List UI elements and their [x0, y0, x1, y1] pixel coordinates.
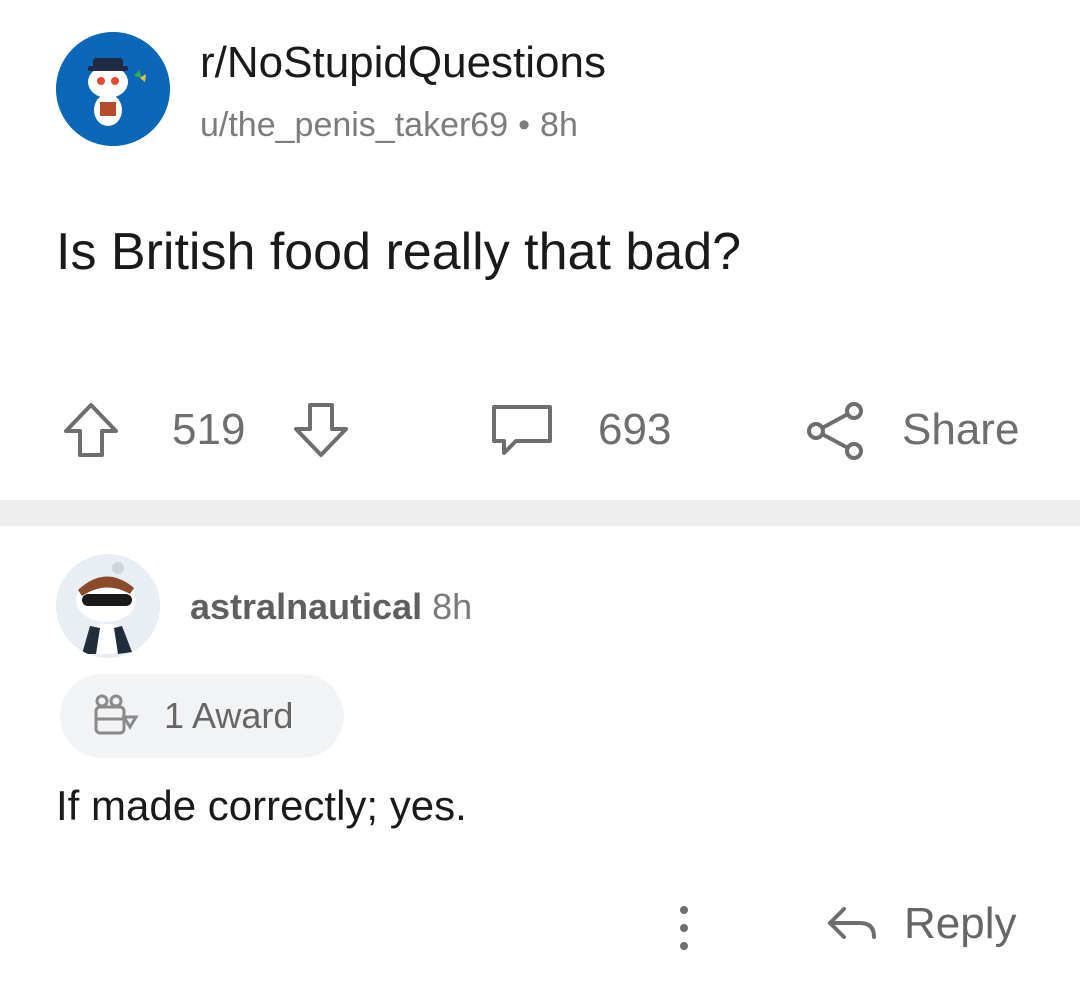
reply-label: Reply — [904, 899, 1017, 948]
reply-arrow-icon — [828, 907, 876, 939]
award-label: 1 Award — [164, 695, 294, 736]
post-meta: u/the_penis_taker69 • 8h — [200, 106, 578, 145]
award-icon — [94, 694, 139, 735]
post-age: 8h — [540, 106, 578, 144]
more-vertical-icon — [680, 906, 688, 950]
comment-more-button[interactable] — [664, 888, 704, 968]
snoo-avatar-icon — [56, 554, 160, 658]
comment-bubble-icon — [492, 405, 552, 455]
share-button[interactable]: Share — [800, 392, 1019, 468]
post-title[interactable]: Is British food really that bad? — [56, 222, 741, 282]
comment-avatar[interactable] — [56, 554, 160, 658]
comment-age: 8h — [432, 586, 473, 627]
comment-meta: astralnautical 8h — [190, 586, 472, 628]
arrow-up-icon — [64, 403, 118, 457]
comment-card: astralnautical 8h 1 Award If made correct… — [0, 526, 1080, 985]
post-actions-bar: 519 693 Share — [0, 392, 1080, 472]
share-icon — [807, 402, 863, 460]
comment-body: If made correctly; yes. — [56, 782, 467, 829]
comment-author[interactable]: astralnautical — [190, 586, 422, 627]
post-author[interactable]: u/the_penis_taker69 — [200, 106, 508, 144]
subreddit-name[interactable]: r/NoStupidQuestions — [200, 38, 606, 88]
arrow-down-icon — [294, 403, 348, 457]
award-badge[interactable]: 1 Award — [60, 674, 344, 758]
section-divider — [0, 500, 1080, 526]
meta-separator: • — [518, 106, 531, 144]
comment-count: 693 — [598, 405, 672, 454]
downvote-button[interactable] — [288, 392, 354, 468]
post-card: r/NoStupidQuestions u/the_penis_taker69 •… — [0, 0, 1080, 500]
snoo-avatar-icon — [56, 32, 170, 146]
comments-button[interactable]: 693 — [486, 392, 671, 468]
subreddit-avatar[interactable] — [56, 32, 170, 146]
reply-button[interactable]: Reply — [822, 884, 1017, 964]
vote-count: 519 — [172, 405, 246, 454]
share-label: Share — [902, 405, 1020, 454]
upvote-button[interactable] — [58, 392, 124, 468]
